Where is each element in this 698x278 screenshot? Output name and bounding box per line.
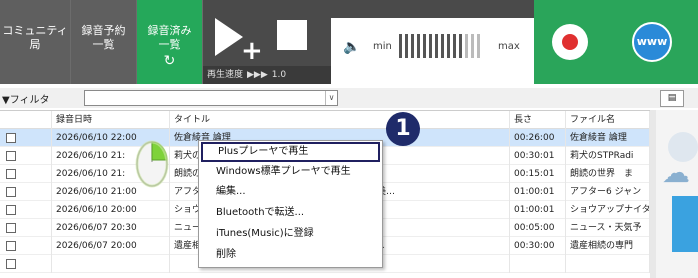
filter-combobox[interactable]: ∨ <box>84 90 338 106</box>
vertical-scrollbar[interactable] <box>650 110 656 278</box>
filter-label: ▼フィルタ <box>2 95 50 106</box>
play-add-icon[interactable] <box>215 18 243 56</box>
record-icon <box>552 24 588 60</box>
playback-speed[interactable]: 再生速度 ▶▶▶ 1.0 <box>203 66 331 84</box>
community-line2: 局 <box>29 38 41 51</box>
web-button[interactable]: www <box>606 0 698 84</box>
row-checkbox[interactable] <box>6 223 16 233</box>
mascot-icon: ☁ <box>662 156 690 189</box>
reserve-line2: 一覧 <box>92 38 115 51</box>
menu-item-bluetooth[interactable]: Bluetoothで転送... <box>199 203 382 223</box>
recorded-list-button[interactable]: 録音済み 一覧 ↻ <box>137 0 203 84</box>
header-date[interactable]: 録音日時 <box>52 111 170 129</box>
menu-item-edit[interactable]: 編集... <box>199 182 382 202</box>
stop-button[interactable] <box>277 20 307 50</box>
globe-icon: www <box>632 22 672 62</box>
speed-value: 1.0 <box>271 70 287 80</box>
plus-icon: + <box>241 36 263 66</box>
recorded-line2: 一覧 <box>158 38 181 51</box>
header-length[interactable]: 長さ <box>510 111 566 129</box>
menu-item-itunes[interactable]: iTunes(Music)に登録 <box>199 224 382 244</box>
menu-item-plus-player[interactable]: Plusプレーヤで再生 <box>201 142 380 162</box>
menu-item-windows-player[interactable]: Windows標準プレーヤで再生 <box>199 162 382 182</box>
volume-control: 🔈 min max <box>331 0 534 84</box>
main-toolbar: コミュニティ 局 録音予約 一覧 録音済み 一覧 ↻ + 再生速度 ▶▶▶ 1.0 … <box>0 0 698 84</box>
row-checkbox[interactable] <box>6 205 16 215</box>
context-menu: Plusプレーヤで再生 Windows標準プレーヤで再生 編集... Bluet… <box>198 140 383 268</box>
table-header: 録音日時 タイトル 長さ ファイル名 <box>0 111 650 129</box>
funnel-icon: ▼ <box>2 95 10 106</box>
speaker-icon: 🔈 <box>343 39 361 55</box>
row-checkbox[interactable] <box>6 169 16 179</box>
reserve-line1: 録音予約 <box>81 24 126 37</box>
mouse-right-click-icon <box>135 140 169 188</box>
volume-max-label: max <box>498 41 520 52</box>
refresh-icon: ↻ <box>163 53 176 69</box>
header-file[interactable]: ファイル名 <box>566 111 650 129</box>
speed-label: 再生速度 <box>207 70 244 80</box>
column-settings-icon[interactable]: ▤ <box>660 90 684 107</box>
row-checkbox[interactable] <box>6 241 16 251</box>
record-button[interactable] <box>534 0 606 84</box>
header-title[interactable]: タイトル <box>170 111 510 129</box>
row-checkbox[interactable] <box>6 133 16 143</box>
player-controls: + 再生速度 ▶▶▶ 1.0 <box>203 0 331 84</box>
menu-item-delete[interactable]: 削除 <box>199 245 382 265</box>
header-checkbox <box>0 111 52 129</box>
filter-bar: ▼フィルタ ∨ ▤ <box>0 88 698 108</box>
community-line1: コミュニティ <box>2 24 68 37</box>
community-station-button[interactable]: コミュニティ 局 <box>0 0 71 84</box>
chevron-down-icon[interactable]: ∨ <box>325 91 337 105</box>
volume-slider[interactable] <box>399 34 480 58</box>
row-checkbox[interactable] <box>6 259 16 269</box>
speed-arrows-icon: ▶▶▶ <box>247 70 268 80</box>
row-checkbox[interactable] <box>6 187 16 197</box>
volume-min-label: min <box>373 41 392 52</box>
step-number-badge: 1 <box>386 112 420 146</box>
recorded-line1: 録音済み <box>147 24 192 37</box>
banner-image <box>672 196 698 252</box>
row-checkbox[interactable] <box>6 151 16 161</box>
recording-reservations-button[interactable]: 録音予約 一覧 <box>71 0 137 84</box>
